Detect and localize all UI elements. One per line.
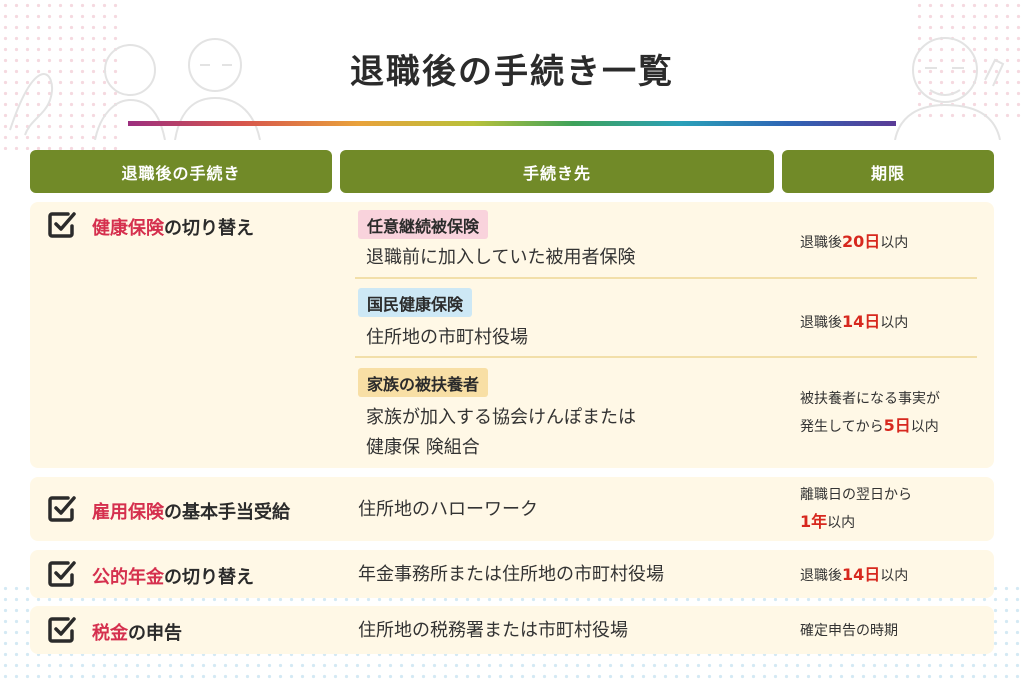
- label-tax: 税金の申告: [92, 623, 182, 644]
- header-destination: 手続き先: [340, 150, 774, 193]
- destination-text: 家族が加入する協会けんぽまたは: [366, 407, 636, 428]
- deadline-text: 被扶養者になる事実が: [800, 391, 940, 407]
- deadline-text: 発生してから5日以内: [800, 416, 939, 435]
- destination-text: 健康保 険組合: [366, 437, 480, 458]
- tag-national-health-insurance: 国民健康保険: [358, 288, 473, 317]
- checkbox-icon: [48, 617, 76, 643]
- checkbox-icon: [48, 496, 76, 522]
- deadline-text: 離職日の翌日から: [800, 487, 912, 503]
- label-employment-insurance: 雇用保険の基本手当受給: [92, 502, 290, 523]
- header-procedure: 退職後の手続き: [30, 150, 332, 193]
- checkbox-icon: [48, 212, 76, 238]
- page-title: 退職後の手続き一覧: [350, 52, 674, 92]
- destination-text: 住所地のハローワーク: [358, 499, 538, 520]
- tag-family-dependent: 家族の被扶養者: [358, 368, 489, 397]
- deadline-text: 退職後14日以内: [800, 565, 909, 584]
- header-deadline: 期限: [782, 150, 994, 193]
- destination-text: 住所地の市町村役場: [366, 327, 528, 348]
- row-separator: [355, 277, 977, 279]
- label-health-insurance: 健康保険の切り替え: [92, 218, 254, 239]
- deadline-text: 確定申告の時期: [800, 623, 898, 639]
- rainbow-divider: [128, 121, 896, 126]
- destination-text: 住所地の税務署または市町村役場: [358, 620, 628, 641]
- deadline-text: 退職後20日以内: [800, 232, 909, 251]
- deadline-text: 退職後14日以内: [800, 312, 909, 331]
- checkbox-icon: [48, 561, 76, 587]
- destination-text: 年金事務所または住所地の市町村役場: [358, 564, 664, 585]
- row-separator: [355, 356, 977, 358]
- tag-voluntary-continuation: 任意継続被保険: [358, 210, 489, 239]
- label-public-pension: 公的年金の切り替え: [92, 567, 254, 588]
- destination-text: 退職前に加入していた被用者保険: [366, 247, 636, 268]
- deadline-text: 1年以内: [800, 512, 856, 531]
